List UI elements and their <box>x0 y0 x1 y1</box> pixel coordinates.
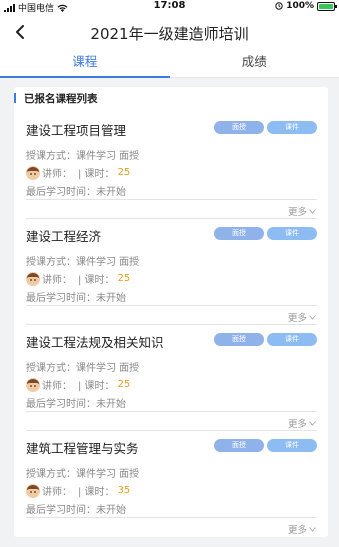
nav-bar: 2021年一级建造师培训 <box>0 14 339 50</box>
teacher-label: 讲师： <box>42 169 72 180</box>
more-button[interactable]: 更多 <box>288 310 316 324</box>
tab-bar: 课程 成绩 <box>0 50 339 78</box>
face-to-face-badge[interactable]: 面授 <box>214 121 264 134</box>
course-list-panel: 已报名课程列表 建设工程项目管理 面授 课件 授课方式：课件学习 面授 讲师： … <box>14 87 328 537</box>
status-right: 100% <box>275 1 337 11</box>
last-study-time: 最后学习时间：未开始 <box>26 505 126 516</box>
divider <box>26 517 317 518</box>
page-title: 2021年一级建造师培训 <box>90 25 249 43</box>
teacher-label: 讲师： <box>42 275 72 286</box>
course-name: 建设工程法规及相关知识 <box>26 335 164 350</box>
teacher-row: 讲师： | 课时： 35 <box>26 483 130 498</box>
status-bar: 中国电信 17:08 100% <box>0 0 339 14</box>
teacher-avatar-icon <box>26 271 40 286</box>
last-study-time: 最后学习时间：未开始 <box>26 187 126 198</box>
teacher-row: 讲师： | 课时： 25 <box>26 165 130 180</box>
battery-percent: 100% <box>286 1 314 11</box>
more-button[interactable]: 更多 <box>288 522 316 536</box>
teacher-avatar-icon <box>26 165 40 180</box>
courseware-badge[interactable]: 课件 <box>267 121 317 134</box>
hours-value: 35 <box>117 485 131 496</box>
section-title: 已报名课程列表 <box>24 93 98 105</box>
face-to-face-badge[interactable]: 面授 <box>214 333 264 346</box>
teacher-avatar-icon <box>26 377 40 392</box>
teaching-mode: 授课方式：课件学习 面授 <box>26 151 140 162</box>
more-button[interactable]: 更多 <box>288 204 316 218</box>
tab-courses[interactable]: 课程 <box>0 50 170 78</box>
hours-value: 25 <box>117 167 131 178</box>
more-label: 更多 <box>287 525 307 536</box>
battery-icon <box>317 1 337 11</box>
courseware-badge[interactable]: 课件 <box>267 333 317 346</box>
divider <box>26 411 317 412</box>
section-header: 已报名课程列表 <box>14 87 328 109</box>
course-name: 建设工程项目管理 <box>26 123 127 138</box>
teacher-row: 讲师： | 课时： 25 <box>26 271 130 286</box>
course-name: 建设工程经济 <box>26 229 102 244</box>
course-card[interactable]: 建筑工程管理与实务 面授 课件 授课方式：课件学习 面授 讲师： | 课时： 3… <box>14 438 328 544</box>
courseware-badge[interactable]: 课件 <box>267 227 317 240</box>
chevron-down-icon <box>309 208 316 214</box>
teaching-mode: 授课方式：课件学习 面授 <box>26 363 140 374</box>
divider <box>26 324 317 325</box>
teacher-label: 讲师： <box>42 381 72 392</box>
teacher-row: 讲师： | 课时： 25 <box>26 377 130 392</box>
teacher-label: 讲师： <box>42 487 72 498</box>
divider <box>26 218 317 219</box>
courseware-badge[interactable]: 课件 <box>267 439 317 452</box>
teacher-avatar-icon <box>26 483 40 498</box>
hours-label: | 课时： <box>78 169 115 180</box>
section-accent-bar <box>14 93 16 103</box>
course-name: 建筑工程管理与实务 <box>26 441 139 456</box>
teaching-mode: 授课方式：课件学习 面授 <box>26 257 140 268</box>
divider <box>26 199 317 200</box>
tab-scores[interactable]: 成绩 <box>170 50 339 77</box>
more-button[interactable]: 更多 <box>288 416 316 430</box>
course-card[interactable]: 建设工程法规及相关知识 面授 课件 授课方式：课件学习 面授 讲师： | 课时：… <box>14 332 328 438</box>
chevron-down-icon <box>309 314 316 320</box>
hours-label: | 课时： <box>78 381 115 392</box>
face-to-face-badge[interactable]: 面授 <box>214 227 264 240</box>
hours-label: | 课时： <box>78 487 115 498</box>
hours-value: 25 <box>117 379 131 390</box>
more-label: 更多 <box>287 313 307 324</box>
face-to-face-badge[interactable]: 面授 <box>214 439 264 452</box>
course-card[interactable]: 建设工程经济 面授 课件 授课方式：课件学习 面授 讲师： | 课时： 25 最… <box>14 226 328 332</box>
more-label: 更多 <box>287 207 307 218</box>
alarm-icon <box>275 2 283 10</box>
more-label: 更多 <box>287 419 307 430</box>
chevron-down-icon <box>309 420 316 426</box>
course-card[interactable]: 建设工程项目管理 面授 课件 授课方式：课件学习 面授 讲师： | 课时： 25… <box>14 120 328 226</box>
last-study-time: 最后学习时间：未开始 <box>26 293 126 304</box>
hours-label: | 课时： <box>78 275 115 286</box>
hours-value: 25 <box>117 273 131 284</box>
teaching-mode: 授课方式：课件学习 面授 <box>26 469 140 480</box>
divider <box>26 430 317 431</box>
last-study-time: 最后学习时间：未开始 <box>26 399 126 410</box>
chevron-down-icon <box>309 526 316 532</box>
divider <box>26 305 317 306</box>
